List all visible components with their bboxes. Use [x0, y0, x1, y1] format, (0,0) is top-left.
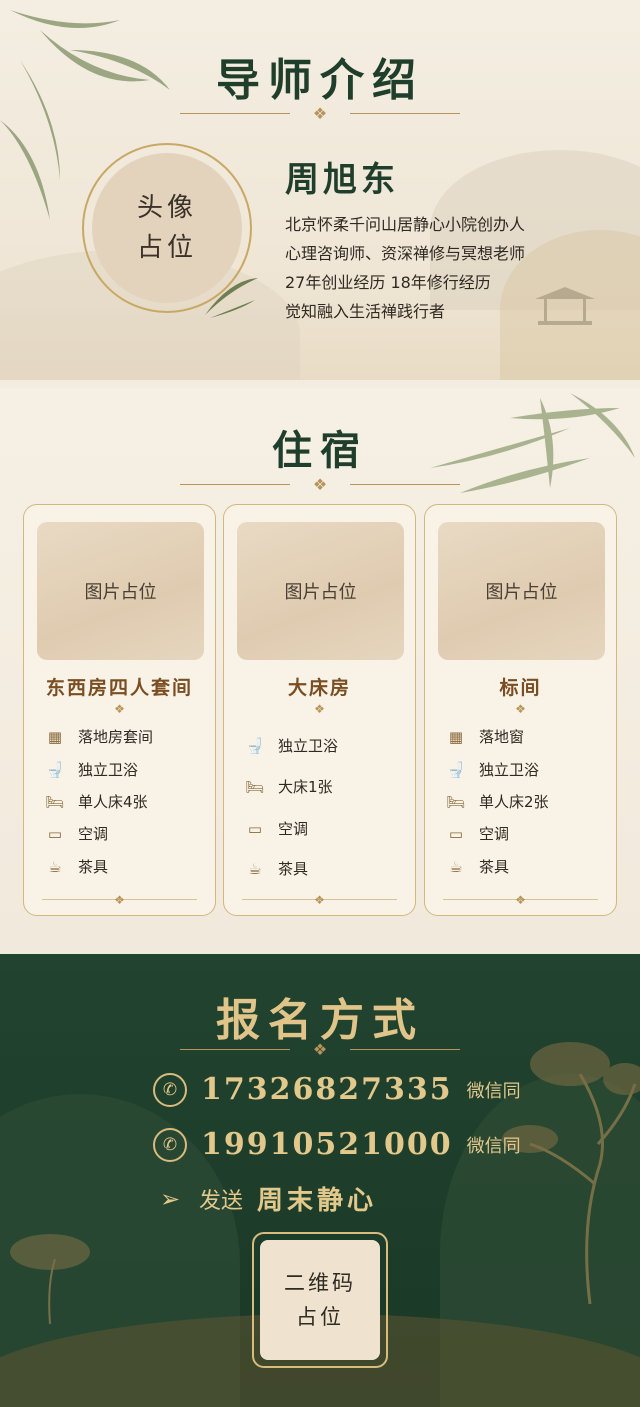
room-feature: 🚽 独立卫浴: [44, 759, 138, 780]
wechat-note: 微信同: [466, 1135, 521, 1157]
bio-line: 觉知融入生活禅践行者: [285, 302, 446, 321]
room-photo-placeholder: 图片占位: [37, 522, 204, 660]
section-title: 报名方式: [216, 995, 424, 1046]
room-feature: ▭ 空调: [445, 823, 509, 844]
toilet-icon: 🚽: [245, 736, 265, 755]
title-ornament: ❖: [180, 104, 460, 124]
ornament-icon: ❖: [314, 893, 325, 907]
room-feature-label: 茶具: [278, 860, 309, 878]
window-icon: ▦: [448, 727, 464, 746]
room-feature-label: 落地房套间: [78, 728, 154, 746]
room-feature: ☕ 茶具: [244, 858, 308, 879]
phone-icon: ✆: [153, 1072, 187, 1107]
room-feature: ▦ 落地窗: [445, 726, 524, 747]
phone-contact[interactable]: ✆ 19910521000 微信同: [153, 1127, 521, 1162]
phone-number[interactable]: 19910521000: [201, 1127, 453, 1162]
room-feature-label: 空调: [78, 825, 109, 843]
ornament-icon: ❖: [515, 702, 526, 716]
room-feature: 🛏 单人床4张: [44, 791, 148, 812]
room-name: 东西房四人套间: [45, 677, 193, 699]
room-feature-label: 落地窗: [479, 728, 525, 746]
room-feature-label: 独立卫浴: [278, 737, 339, 755]
wechat-note: 微信同: [466, 1080, 521, 1102]
room-name: 标间: [499, 677, 542, 699]
send-label: 发送: [199, 1188, 244, 1214]
lodging-section: 住宿 ❖ 图片占位 东西房四人套间 ❖ ▦ 落地房套间 🚽 独立卫浴 🛏 单人床…: [0, 388, 640, 954]
air-conditioner-icon: ▭: [247, 819, 263, 838]
room-feature: ▭ 空调: [44, 823, 108, 844]
teapot-icon: ☕: [48, 857, 62, 876]
qr-placeholder-text: 占位: [296, 1305, 344, 1329]
room-card[interactable]: 图片占位 标间 ❖ ▦ 落地窗 🚽 独立卫浴 🛏 单人床2张 ▭ 空调 ☕ 茶具…: [424, 504, 617, 916]
room-card[interactable]: 图片占位 东西房四人套间 ❖ ▦ 落地房套间 🚽 独立卫浴 🛏 单人床4张 ▭ …: [23, 504, 216, 916]
bio-line: 北京怀柔千问山居静心小院创办人: [285, 215, 526, 234]
phone-number[interactable]: 17326827335: [201, 1072, 453, 1107]
tree-decoration: [502, 1042, 640, 1304]
room-feature-label: 单人床2张: [479, 793, 549, 811]
section-title: 导师介绍: [216, 55, 424, 106]
room-name: 大床房: [287, 677, 351, 699]
leaf-icon: [205, 278, 258, 318]
bed-icon: 🛏: [446, 792, 466, 811]
room-feature-label: 空调: [479, 825, 510, 843]
bio-line: 心理咨询师、资深禅修与冥想老师: [285, 244, 526, 263]
avatar-placeholder-text: 占位: [136, 233, 197, 263]
teapot-icon: ☕: [248, 859, 262, 878]
room-feature: ▦ 落地房套间: [44, 726, 153, 747]
ornament-icon: ❖: [314, 702, 325, 716]
toilet-icon: 🚽: [45, 760, 65, 779]
bed-icon: 🛏: [45, 792, 65, 811]
bed-icon: 🛏: [245, 777, 265, 796]
title-ornament: ❖: [180, 475, 460, 495]
room-feature-label: 空调: [278, 820, 309, 838]
room-photo-placeholder: 图片占位: [438, 522, 605, 660]
air-conditioner-icon: ▭: [448, 824, 464, 843]
room-feature: 🛏 大床1张: [244, 776, 333, 797]
send-keyword-row: ➢ 发送 周末静心: [153, 1180, 377, 1217]
toilet-icon: 🚽: [446, 760, 466, 779]
qr-placeholder-text: 二维码: [284, 1271, 356, 1295]
ornament-icon: ❖: [114, 702, 125, 716]
room-feature-label: 单人床4张: [78, 793, 148, 811]
signup-section: 报名方式 ❖ ✆ 17326827335 微信同 ✆ 19910521000 微…: [0, 954, 640, 1407]
room-feature: ▭ 空调: [244, 818, 308, 839]
air-conditioner-icon: ▭: [47, 824, 63, 843]
pavilion-decoration: [535, 287, 595, 325]
mentor-bio: 北京怀柔千问山居静心小院创办人 心理咨询师、资深禅修与冥想老师 27年创业经历 …: [285, 210, 525, 326]
send-keyword: 周末静心: [257, 1186, 378, 1216]
mentor-section: 导师介绍 ❖ 头像 占位 周旭东 北京怀柔千问山居静心小院创办人 心理咨询师、资…: [0, 0, 640, 380]
room-feature-label: 茶具: [78, 858, 109, 876]
room-feature: 🛏 单人床2张: [445, 791, 549, 812]
send-icon: ➢: [159, 1184, 181, 1213]
window-icon: ▦: [47, 727, 63, 746]
qr-code-placeholder[interactable]: 二维码 占位: [252, 1232, 388, 1368]
room-feature: 🚽 独立卫浴: [445, 759, 539, 780]
room-feature-label: 大床1张: [278, 778, 333, 796]
mentor-name: 周旭东: [285, 160, 399, 200]
tree-decoration: [10, 1234, 90, 1324]
section-title: 住宿: [272, 427, 368, 474]
ornament-icon: ❖: [114, 893, 125, 907]
phone-contact[interactable]: ✆ 17326827335 微信同: [153, 1072, 521, 1107]
bio-line: 27年创业经历 18年修行经历: [285, 273, 491, 292]
avatar-placeholder-text: 头像: [136, 193, 197, 223]
room-feature-label: 独立卫浴: [78, 761, 139, 779]
room-card[interactable]: 图片占位 大床房 ❖ 🚽 独立卫浴 🛏 大床1张 ▭ 空调 ☕ 茶具 ❖: [223, 504, 416, 916]
room-feature: ☕ 茶具: [445, 856, 509, 877]
room-feature-label: 独立卫浴: [479, 761, 540, 779]
room-feature-label: 茶具: [479, 858, 510, 876]
room-feature: 🚽 独立卫浴: [244, 735, 338, 756]
phone-icon: ✆: [153, 1127, 187, 1162]
ornament-icon: ❖: [515, 893, 526, 907]
room-photo-placeholder: 图片占位: [237, 522, 404, 660]
room-feature: ☕ 茶具: [44, 856, 108, 877]
title-ornament: ❖: [180, 1040, 460, 1060]
teapot-icon: ☕: [449, 857, 463, 876]
